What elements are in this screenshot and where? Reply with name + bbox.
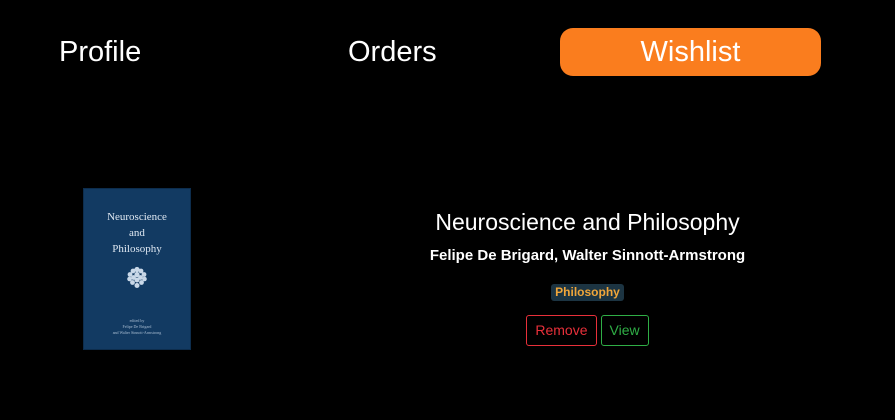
cover-title-line: Philosophy [112,243,162,255]
book-cover-image: Neuroscience and Philosophy edited by Fe… [83,188,191,350]
book-authors: Felipe De Brigard, Walter Sinnott-Armstr… [429,247,746,264]
brain-emblem-icon [127,266,147,288]
cover-title-line: Neuroscience [107,211,167,223]
item-actions: Remove View [380,315,795,346]
book-title: Neuroscience and Philosophy [435,209,740,235]
cover-title-line: and [129,227,145,239]
category-badge: Philosophy [551,284,624,301]
cover-title: Neuroscience and Philosophy [83,209,191,257]
tab-wishlist[interactable]: Wishlist [560,28,821,76]
tab-profile[interactable]: Profile [59,28,141,76]
tab-orders[interactable]: Orders [348,28,437,76]
view-button[interactable]: View [600,315,649,346]
cover-credit: edited by Felipe De Brigard and Walter S… [83,318,191,336]
cover-credit-line: and Walter Sinnott-Armstrong [112,330,162,335]
item-details: Neuroscience and Philosophy Felipe De Br… [380,204,795,346]
remove-button[interactable]: Remove [526,315,597,346]
account-tabs: Profile Orders Wishlist [0,28,895,76]
